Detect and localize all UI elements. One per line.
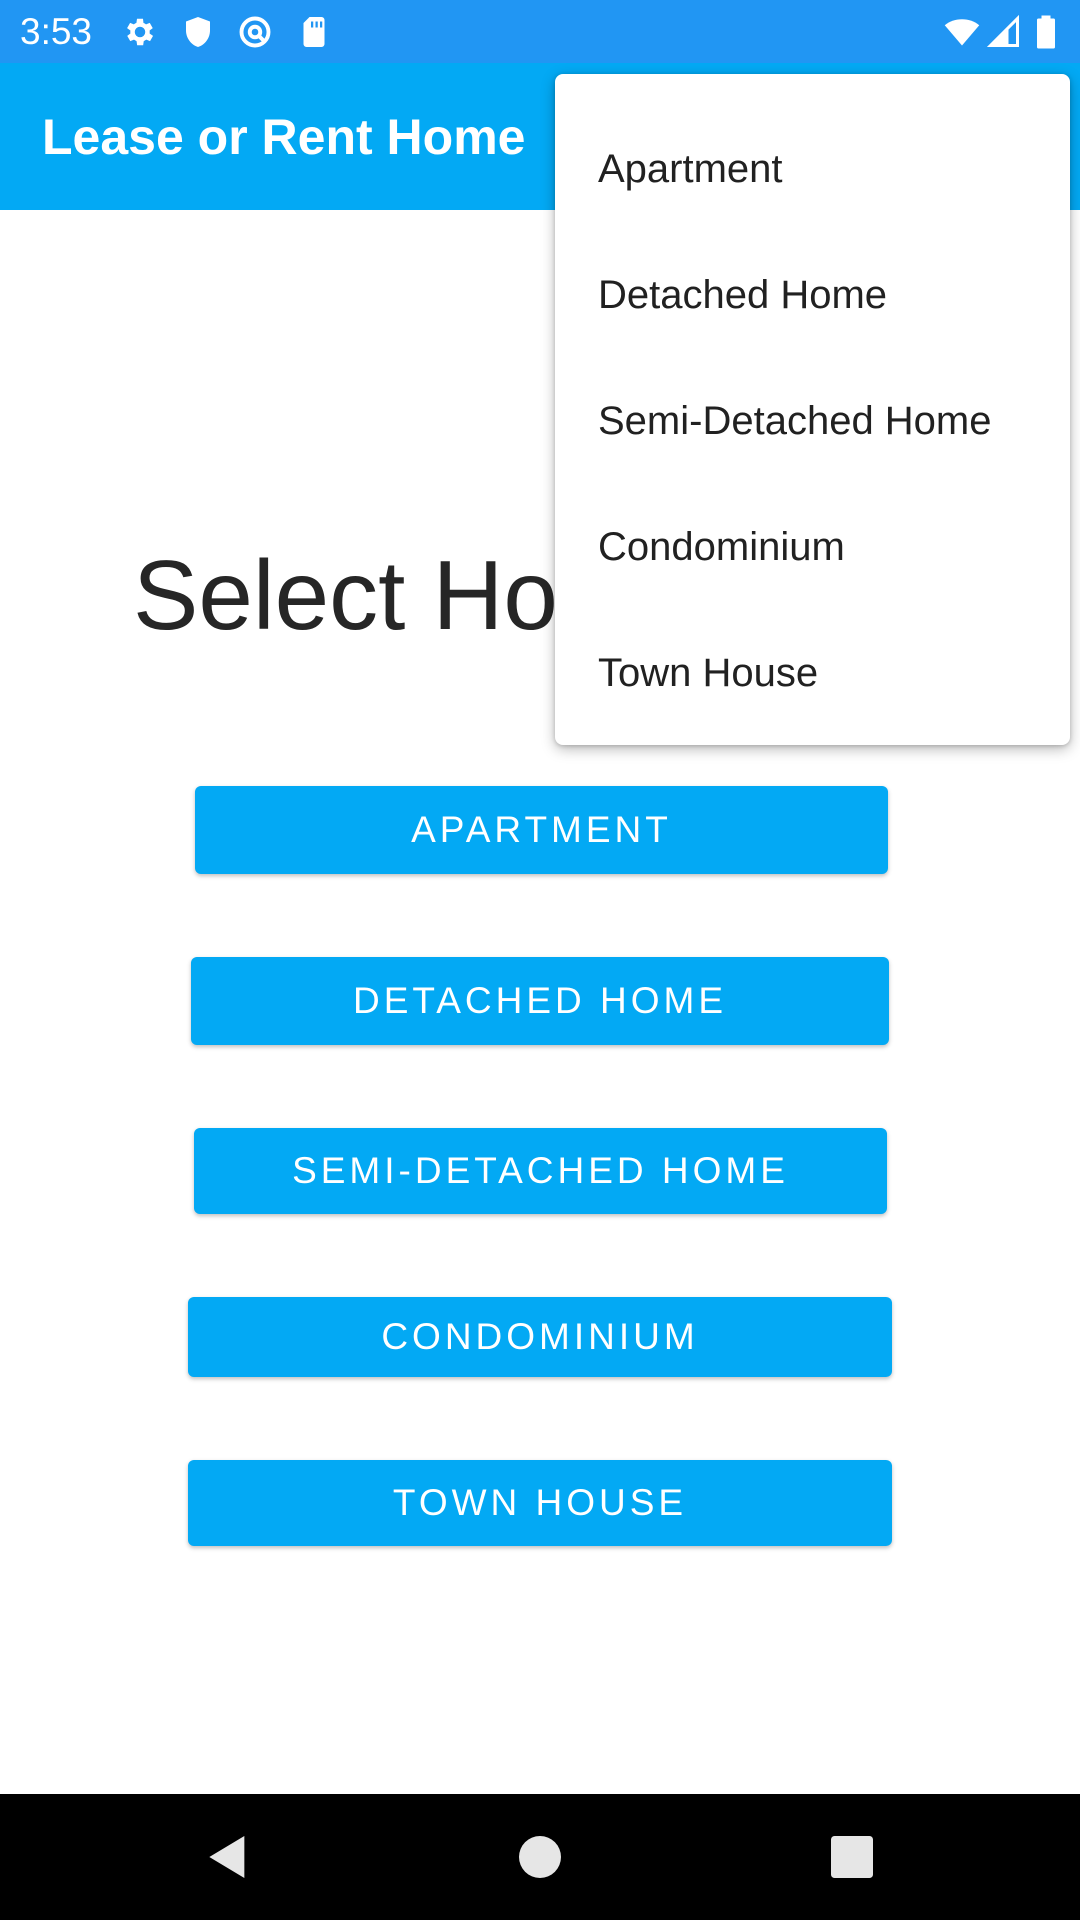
sd-card-icon xyxy=(296,14,332,50)
menu-item-condominium[interactable]: Condominium xyxy=(555,484,1070,610)
popup-menu: Apartment Detached Home Semi-Detached Ho… xyxy=(555,74,1070,745)
menu-item-detached-home[interactable]: Detached Home xyxy=(555,232,1070,358)
menu-item-semi-detached-home[interactable]: Semi-Detached Home xyxy=(555,358,1070,484)
semi-detached-home-button[interactable]: SEMI-DETACHED HOME xyxy=(194,1128,887,1214)
menu-item-apartment[interactable]: Apartment xyxy=(555,106,1070,232)
status-time: 3:53 xyxy=(20,11,93,52)
recents-icon[interactable] xyxy=(824,1829,880,1885)
page-heading: Select Ho xyxy=(133,540,558,650)
wifi-icon xyxy=(942,14,982,50)
back-icon[interactable] xyxy=(200,1829,256,1885)
signal-icon xyxy=(986,14,1022,50)
app-title: Lease or Rent Home xyxy=(42,109,526,165)
at-sign-icon xyxy=(237,14,273,50)
shield-icon xyxy=(180,14,216,50)
gear-icon xyxy=(122,14,158,50)
battery-icon xyxy=(1034,14,1058,50)
apartment-button[interactable]: APARTMENT xyxy=(195,786,888,874)
home-icon[interactable] xyxy=(512,1829,568,1885)
status-bar: 3:53 xyxy=(0,0,1080,63)
navigation-bar xyxy=(0,1794,1080,1920)
town-house-button[interactable]: TOWN HOUSE xyxy=(188,1460,892,1546)
detached-home-button[interactable]: DETACHED HOME xyxy=(191,957,889,1045)
condominium-button[interactable]: CONDOMINIUM xyxy=(188,1297,892,1377)
menu-item-town-house[interactable]: Town House xyxy=(555,610,1070,736)
